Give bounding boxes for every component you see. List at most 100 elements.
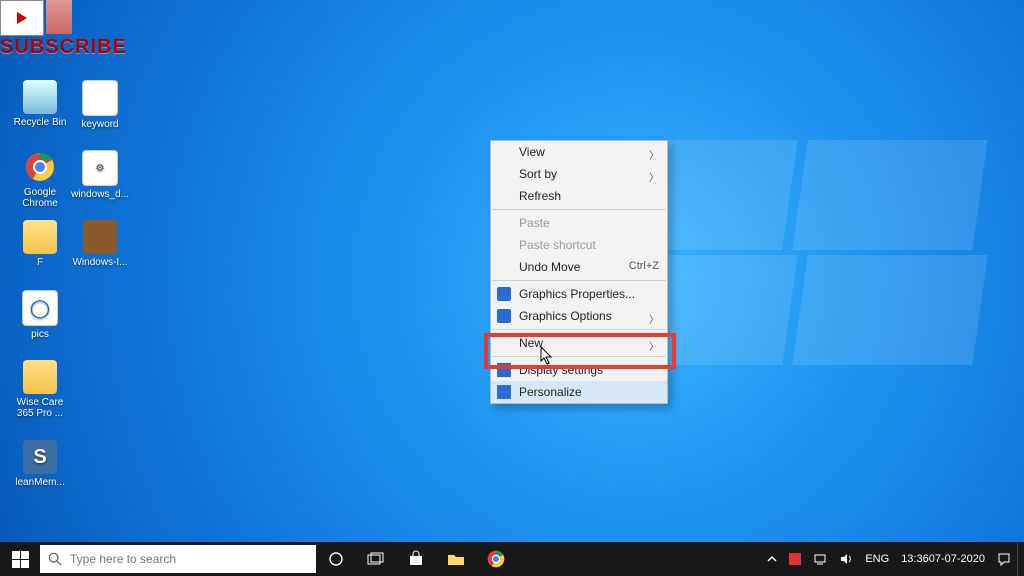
search-icon bbox=[48, 552, 62, 566]
taskbar-app-chrome[interactable] bbox=[476, 542, 516, 576]
desktop-icon-label: Recycle Bin bbox=[10, 117, 70, 128]
menu-item-label: View bbox=[519, 145, 545, 159]
wallpaper-logo-tr bbox=[792, 140, 987, 250]
menu-item-label: Paste shortcut bbox=[519, 238, 596, 252]
display-icon bbox=[497, 363, 511, 377]
context-menu-graphics-properties[interactable]: Graphics Properties... bbox=[491, 283, 667, 305]
desktop-icon-wise-care[interactable]: Wise Care 365 Pro ... bbox=[10, 360, 70, 419]
tray-action-center[interactable] bbox=[991, 542, 1017, 576]
desktop-icon-cleanmem[interactable]: S leanMem... bbox=[10, 440, 70, 488]
context-menu-new[interactable]: New 〉 bbox=[491, 332, 667, 354]
context-menu-refresh[interactable]: Refresh bbox=[491, 185, 667, 207]
menu-item-label: Personalize bbox=[519, 385, 582, 399]
tray-network-icon[interactable] bbox=[807, 542, 833, 576]
intel-graphics-icon bbox=[497, 309, 511, 323]
tray-time: 13:36 bbox=[901, 554, 929, 565]
search-placeholder: Type here to search bbox=[70, 552, 176, 566]
menu-item-label: Display settings bbox=[519, 363, 603, 377]
taskbar-task-view-button[interactable] bbox=[356, 542, 396, 576]
desktop-icon-label: Windows-I... bbox=[70, 257, 130, 268]
show-desktop-button[interactable] bbox=[1017, 542, 1024, 576]
desktop-icon-windows-d[interactable]: ⚙ windows_d... bbox=[70, 150, 130, 200]
tray-clock[interactable]: 13:36 07-07-2020 bbox=[895, 542, 991, 576]
desktop-icon-recycle-bin[interactable]: Recycle Bin bbox=[10, 80, 70, 128]
taskbar-app-explorer[interactable] bbox=[436, 542, 476, 576]
menu-separator bbox=[492, 356, 666, 357]
desktop-icon-label: windows_d... bbox=[70, 189, 130, 200]
mouse-cursor-icon bbox=[540, 346, 554, 366]
desktop-icon-label: Wise Care 365 Pro ... bbox=[10, 397, 70, 419]
context-menu-personalize[interactable]: Personalize bbox=[491, 381, 667, 403]
image-file-icon: ⚙ bbox=[82, 150, 118, 186]
chrome-icon bbox=[23, 150, 57, 184]
menu-item-label: Sort by bbox=[519, 167, 557, 181]
subscribe-banner bbox=[0, 0, 72, 36]
taskbar: Type here to search bbox=[0, 542, 1024, 576]
chrome-icon bbox=[487, 550, 505, 568]
chevron-right-icon: 〉 bbox=[649, 338, 659, 353]
task-view-icon bbox=[367, 552, 385, 566]
tray-recorder-icon[interactable] bbox=[783, 542, 807, 576]
wallpaper-logo-br bbox=[792, 255, 987, 365]
recycle-bin-icon bbox=[23, 80, 57, 114]
desktop-icon-pics[interactable]: ◯ pics bbox=[10, 290, 70, 340]
tray-date: 07-07-2020 bbox=[929, 554, 985, 565]
speaker-icon bbox=[839, 552, 853, 566]
record-icon bbox=[789, 553, 801, 565]
app-s-icon: S bbox=[23, 440, 57, 474]
menu-item-label: Graphics Options bbox=[519, 309, 612, 323]
chevron-right-icon: 〉 bbox=[649, 311, 659, 326]
menu-separator bbox=[492, 280, 666, 281]
archive-icon bbox=[83, 220, 117, 254]
context-menu-paste: Paste bbox=[491, 212, 667, 234]
desktop-context-menu: View 〉 Sort by 〉 Refresh Paste Paste sho… bbox=[490, 140, 668, 404]
text-file-icon bbox=[82, 80, 118, 116]
desktop-icon-label: Google Chrome bbox=[10, 187, 70, 209]
context-menu-view[interactable]: View 〉 bbox=[491, 141, 667, 163]
desktop-icon-folder-f[interactable]: F bbox=[10, 220, 70, 268]
network-icon bbox=[813, 552, 827, 566]
intel-graphics-icon bbox=[497, 287, 511, 301]
folder-icon bbox=[447, 552, 465, 566]
desktop-icon-google-chrome[interactable]: Google Chrome bbox=[10, 150, 70, 209]
chevron-right-icon: 〉 bbox=[649, 147, 659, 162]
context-menu-display-settings[interactable]: Display settings bbox=[491, 359, 667, 381]
chevron-up-icon bbox=[767, 554, 777, 564]
store-icon bbox=[407, 550, 425, 568]
subscribe-text: SUBSCRIBE bbox=[0, 36, 127, 59]
image-file-icon: ◯ bbox=[22, 290, 58, 326]
menu-separator bbox=[492, 329, 666, 330]
folder-icon bbox=[23, 220, 57, 254]
notification-icon bbox=[997, 552, 1011, 566]
taskbar-app-store[interactable] bbox=[396, 542, 436, 576]
menu-separator bbox=[492, 209, 666, 210]
menu-item-shortcut: Ctrl+Z bbox=[629, 260, 659, 272]
context-menu-undo-move[interactable]: Undo Move Ctrl+Z bbox=[491, 256, 667, 278]
taskbar-cortana-button[interactable] bbox=[316, 542, 356, 576]
desktop-icon-label: pics bbox=[10, 329, 70, 340]
menu-item-label: Graphics Properties... bbox=[519, 287, 635, 301]
tray-language-indicator[interactable]: ENG bbox=[859, 542, 895, 576]
desktop-icon-windows-i[interactable]: Windows-I... bbox=[70, 220, 130, 268]
desktop-icon-label: keyword bbox=[70, 119, 130, 130]
folder-icon bbox=[23, 360, 57, 394]
chevron-right-icon: 〉 bbox=[649, 169, 659, 184]
video-play-icon bbox=[0, 0, 44, 36]
context-menu-paste-shortcut: Paste shortcut bbox=[491, 234, 667, 256]
menu-item-label: Undo Move bbox=[519, 260, 580, 274]
start-button[interactable] bbox=[0, 542, 40, 576]
cortana-circle-icon bbox=[328, 551, 344, 567]
menu-item-label: Paste bbox=[519, 216, 550, 230]
desktop-icon-label: F bbox=[10, 257, 70, 268]
desktop-icon-label: leanMem... bbox=[10, 477, 70, 488]
taskbar-search-box[interactable]: Type here to search bbox=[40, 545, 316, 573]
desktop-icon-keyword[interactable]: keyword bbox=[70, 80, 130, 130]
tray-show-hidden-icons[interactable] bbox=[761, 542, 783, 576]
context-menu-sort-by[interactable]: Sort by 〉 bbox=[491, 163, 667, 185]
desktop[interactable]: SUBSCRIBE Recycle Bin Google Chrome F ◯ … bbox=[0, 0, 1024, 576]
context-menu-graphics-options[interactable]: Graphics Options 〉 bbox=[491, 305, 667, 327]
windows-logo-icon bbox=[12, 551, 29, 568]
system-tray: ENG 13:36 07-07-2020 bbox=[761, 542, 1024, 576]
document-icon bbox=[46, 0, 72, 34]
tray-volume-icon[interactable] bbox=[833, 542, 859, 576]
